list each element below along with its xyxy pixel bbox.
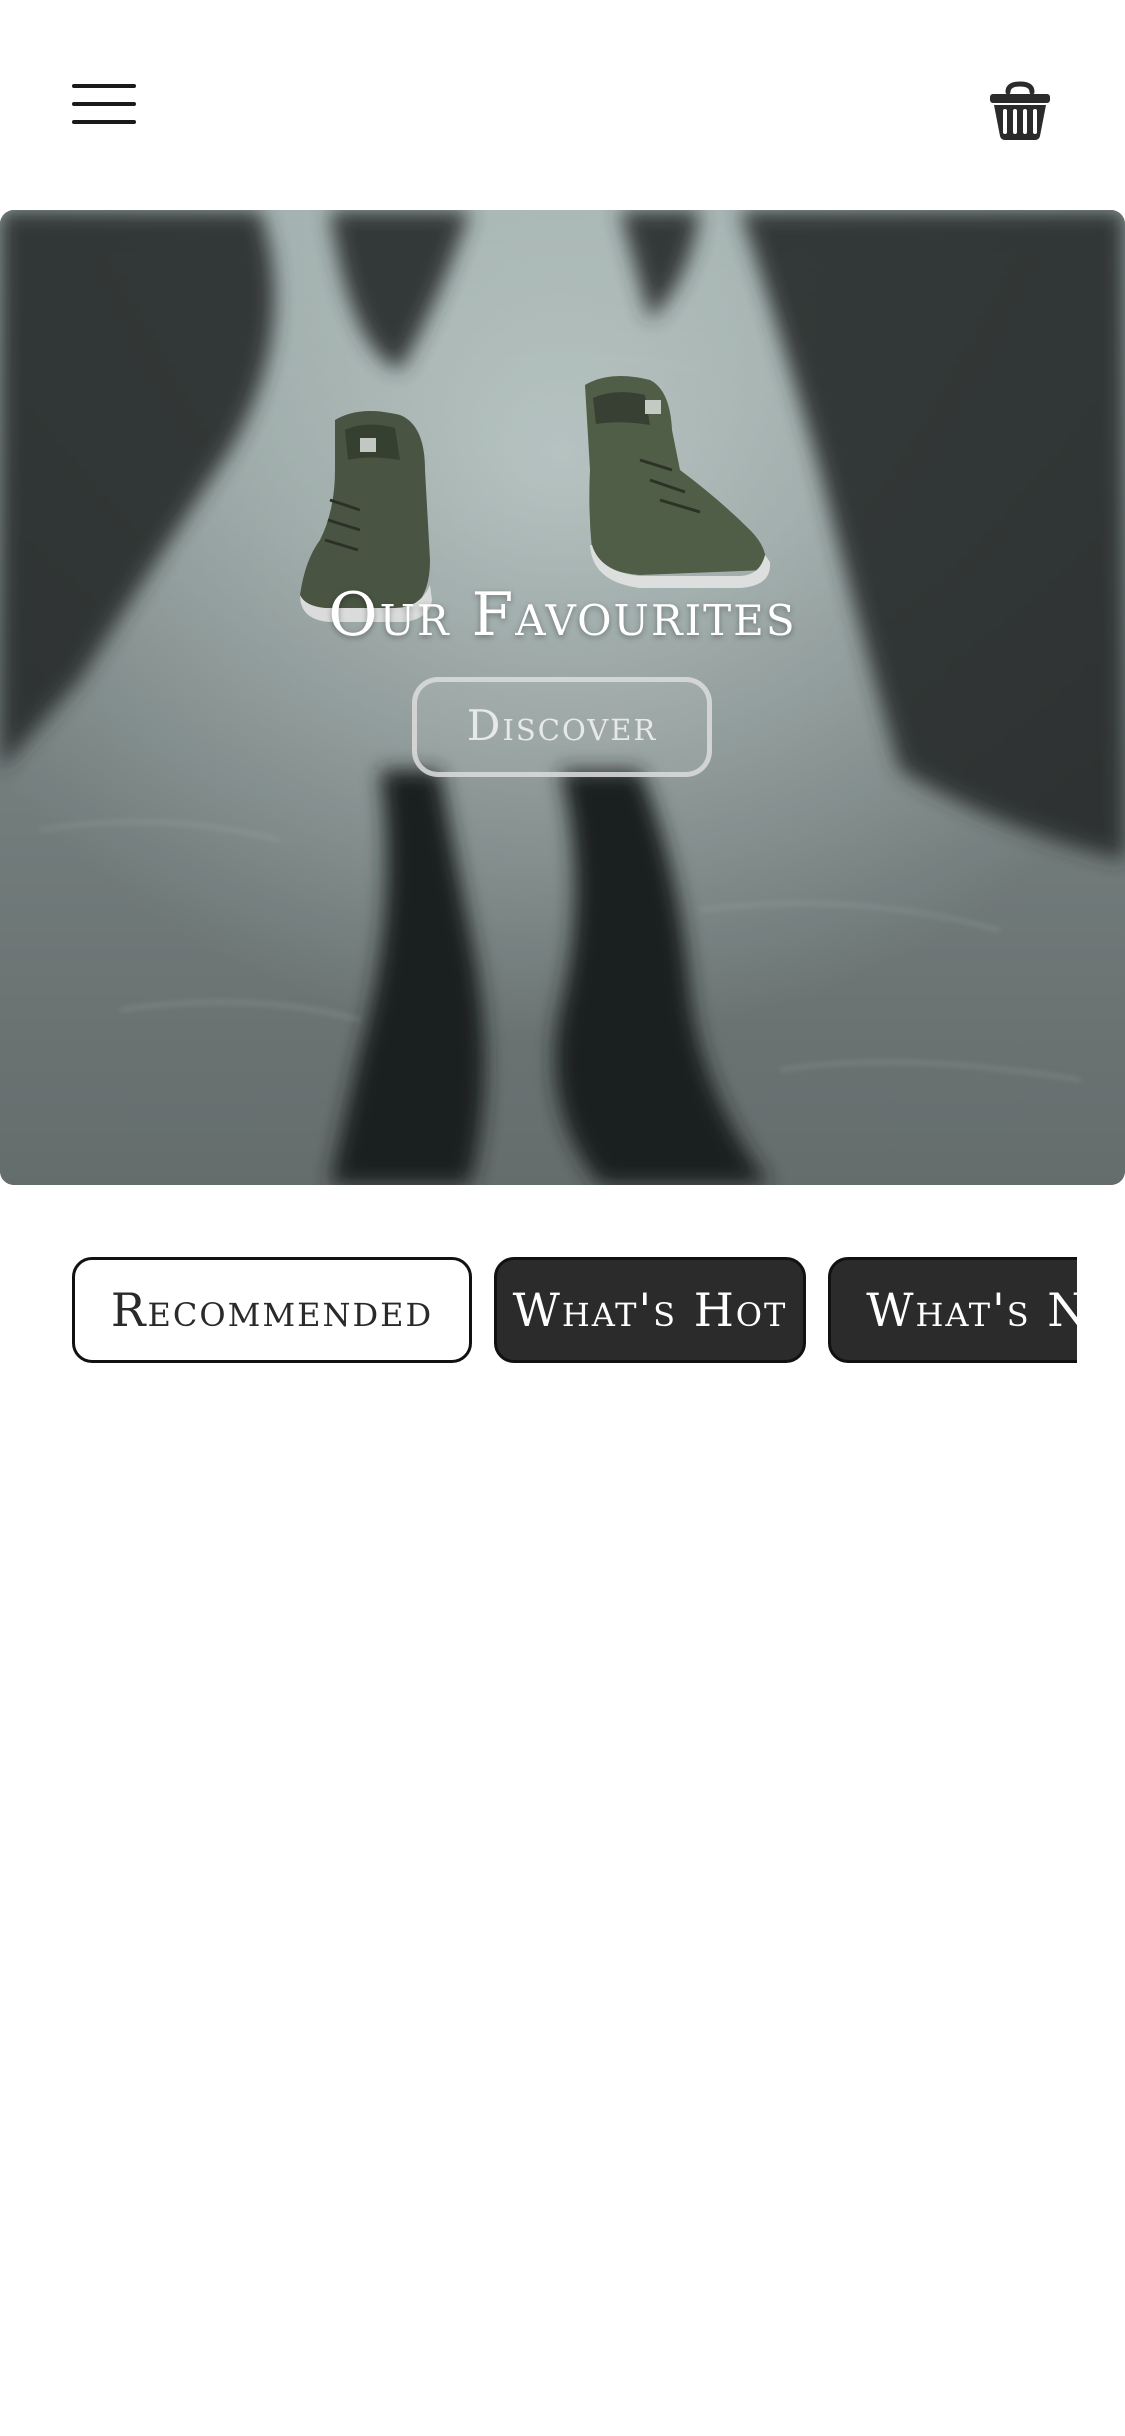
hamburger-menu-icon[interactable] [72,84,136,124]
tab-whats-new[interactable]: What's New [828,1257,1077,1363]
discover-button[interactable]: Discover [412,677,712,777]
category-tabs[interactable]: RecommendedWhat's HotWhat's New [72,1257,1077,1363]
menu-line [72,120,136,124]
hero-banner: Our Favourites Discover [0,210,1125,1185]
menu-line [72,102,136,106]
app-header [0,0,1125,210]
category-tabs-track: RecommendedWhat's HotWhat's New [72,1257,1077,1363]
tab-recommended[interactable]: Recommended [72,1257,472,1363]
basket-icon[interactable] [988,78,1052,142]
tab-whats-hot[interactable]: What's Hot [494,1257,806,1363]
menu-line [72,84,136,88]
hero-title: Our Favourites [328,580,797,650]
